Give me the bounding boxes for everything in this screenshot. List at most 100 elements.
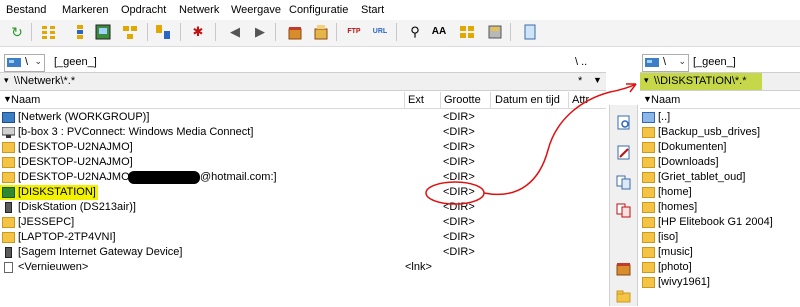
column-attr[interactable]: Attr [572,94,589,106]
pack-icon[interactable] [616,261,631,276]
menu-configuratie[interactable]: Configuratie [289,4,348,16]
thumbnail-view-icon[interactable] [95,24,111,40]
item-name: [..] [658,111,671,123]
column-date[interactable]: Datum en tijd [495,94,560,106]
item-name: [Griet_tablet_oud] [658,171,746,183]
list-item[interactable]: [photo] [640,260,800,276]
chevron-down-icon[interactable]: ▼ [593,75,602,85]
list-item[interactable]: [Dokumenten] [640,140,800,156]
list-item[interactable]: [JESSEPC] <DIR> [0,215,606,231]
list-item[interactable]: [homes] [640,200,800,216]
list-item[interactable]: [Backup_usb_drives] [640,125,800,141]
list-item[interactable]: [music] [640,245,800,261]
list-item[interactable]: [DESKTOP-U2NAJMO: @hotmail.com:] <DIR> [0,170,606,186]
menu-bar: Bestand Markeren Opdracht Netwerk Weerga… [0,0,800,20]
list-item[interactable]: [Netwerk (WORKGROUP)] <DIR> [0,110,606,126]
left-volume-label: [_geen_] [54,56,97,68]
column-size[interactable]: Grootte [444,94,481,106]
list-item[interactable]: [..] [640,110,800,126]
compare-icon[interactable] [155,24,171,40]
move-icon[interactable] [616,203,631,218]
column-name[interactable]: Naam [11,94,40,106]
item-ext: <lnk> [405,261,432,273]
copy-icon[interactable] [616,175,631,190]
list-item-selected[interactable]: [DISKSTATION] <DIR> [0,185,606,201]
list-item[interactable]: [Downloads] [640,155,800,171]
left-drive-dropdown[interactable]: ⌄ [34,54,45,72]
menu-netwerk[interactable]: Netwerk [179,4,219,16]
right-drive-dropdown[interactable]: ⌄ [672,54,689,72]
list-item[interactable]: [LAPTOP-2TP4VNI] <DIR> [0,230,606,246]
item-name: [Downloads] [658,156,719,168]
select-all-icon[interactable]: ✱ [190,24,206,40]
detail-view-icon[interactable] [72,24,88,40]
item-name: [Dokumenten] [658,141,727,153]
item-name: [DESKTOP-U2NAJMO] [18,141,133,153]
right-volume-label: [_geen_] [693,56,736,68]
menu-weergave[interactable]: Weergave [231,4,281,16]
toolbar-separator [275,23,276,41]
left-drive-combo[interactable]: \ [4,54,36,72]
menu-opdracht[interactable]: Opdracht [121,4,166,16]
search-icon[interactable]: ⚲ [407,24,423,40]
left-path-bar[interactable]: ▾ \\Netwerk\*.* * ▼ [0,72,606,91]
notepad-icon[interactable] [522,24,538,40]
left-drive-label: \ [25,56,29,68]
history-arrow-icon[interactable]: ▾ [644,75,649,86]
disk-icon[interactable] [487,24,503,40]
item-name: [Sagem Internet Gateway Device] [18,246,183,258]
column-divider [490,92,491,108]
ftp-icon[interactable]: FTP [346,24,362,40]
left-path-shortcuts[interactable]: \ .. [575,56,587,68]
list-item[interactable]: [wivy1961] [640,275,800,291]
list-item[interactable]: [HP Elitebook G1 2004] [640,215,800,231]
up-icon [642,112,655,123]
list-item[interactable]: [Sagem Internet Gateway Device] <DIR> [0,245,606,261]
brief-view-icon[interactable] [41,24,57,40]
refresh-icon[interactable]: ↻ [9,24,25,40]
history-arrow-icon[interactable]: ▾ [4,75,9,86]
folder-icon [2,232,15,243]
item-name-suffix: @hotmail.com:] [200,171,277,183]
sync-dirs-icon[interactable] [459,24,475,40]
unpack-icon[interactable] [313,24,329,40]
item-name: [Netwerk (WORKGROUP)] [18,111,150,123]
folder-icon [2,142,15,153]
menu-bestand[interactable]: Bestand [6,4,46,16]
item-name: [JESSEPC] [18,216,75,228]
right-drive-combo[interactable]: \ [642,54,674,72]
toolbar-separator [510,23,511,41]
list-item[interactable]: [DESKTOP-U2NAJMO] <DIR> [0,155,606,171]
back-icon[interactable]: ◀ [227,24,243,40]
tree-view-icon[interactable] [122,24,138,40]
column-name[interactable]: Naam [651,94,680,106]
left-path-filter[interactable]: * [578,75,582,87]
multi-rename-icon[interactable]: AA [431,24,447,40]
column-ext[interactable]: Ext [408,94,424,106]
item-name: [b-box 3 : PVConnect: Windows Media Conn… [18,126,254,138]
list-item[interactable]: [Griet_tablet_oud] [640,170,800,186]
url-icon[interactable]: URL [372,24,388,40]
ftp-label: FTP [347,28,361,35]
list-item[interactable]: [DESKTOP-U2NAJMO] <DIR> [0,140,606,156]
right-path-bar[interactable]: ▾ \\DISKSTATION\*.* [640,72,800,91]
list-item[interactable]: [iso] [640,230,800,246]
pack-icon[interactable] [287,24,303,40]
network-icon [2,112,15,123]
menu-markeren[interactable]: Markeren [62,4,108,16]
list-item[interactable]: [b-box 3 : PVConnect: Windows Media Conn… [0,125,606,141]
folder-icon [642,172,655,183]
list-item[interactable]: <Vernieuwen> <lnk> [0,260,606,276]
edit-icon[interactable] [616,145,631,160]
new-folder-icon[interactable] [616,289,631,304]
view-icon[interactable] [616,115,631,130]
forward-icon[interactable]: ▶ [252,24,268,40]
list-item[interactable]: [DiskStation (DS213air)] <DIR> [0,200,606,216]
item-name: [Backup_usb_drives] [658,126,761,138]
column-divider [404,92,405,108]
list-item[interactable]: [home] [640,185,800,201]
item-name: [photo] [658,261,692,273]
folder-icon [642,262,655,273]
menu-start[interactable]: Start [361,4,384,16]
item-size: <DIR> [443,171,475,183]
